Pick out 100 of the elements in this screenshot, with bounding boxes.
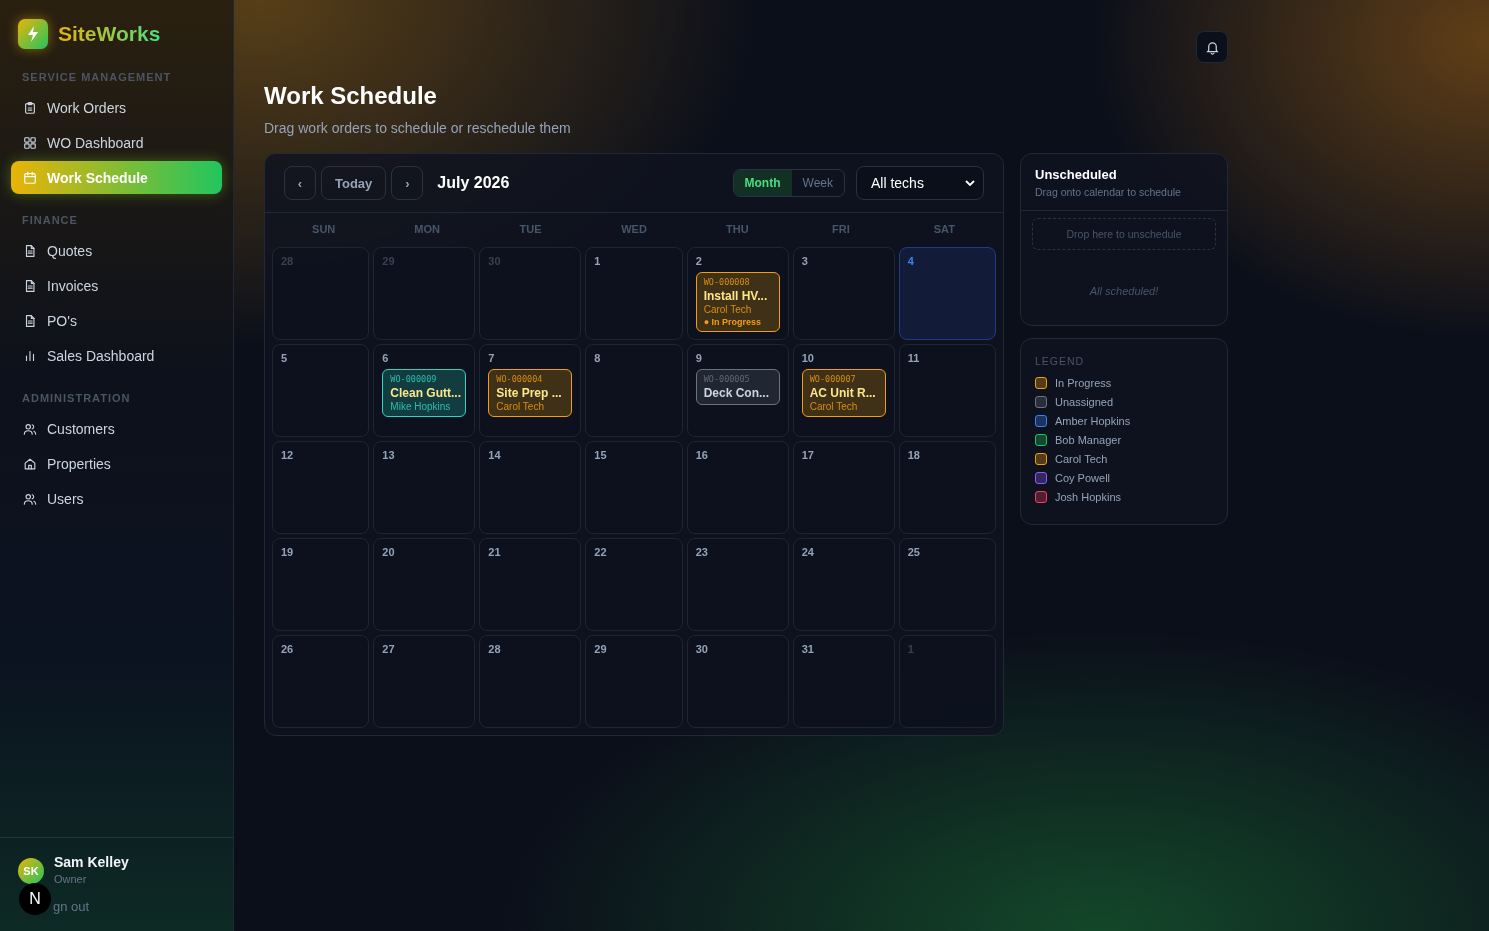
day-cell[interactable]: 27	[373, 635, 476, 728]
sidebar-item[interactable]: Users	[11, 482, 222, 515]
day-cell[interactable]: 28	[479, 635, 582, 728]
weekday-label: WED	[620, 222, 648, 237]
status-label: ● In Progress	[703, 317, 763, 327]
work-order-number: WO-000009	[390, 374, 438, 384]
day-number: 9	[695, 352, 703, 364]
work-order-card[interactable]: WO-000008 Install HV... Carol Tech ● In Progress	[695, 272, 780, 332]
day-cell[interactable]: 20	[373, 538, 476, 631]
weekday-label: FRI	[831, 222, 851, 237]
work-order-number: WO-000008	[703, 277, 751, 287]
people-icon	[23, 491, 37, 506]
work-order-card[interactable]: WO-000004 Site Prep ... Carol Tech	[488, 369, 573, 417]
legend-label: Coy Powell	[1055, 472, 1111, 484]
day-number: 18	[907, 449, 921, 461]
previous-month-button[interactable]: ‹	[284, 166, 316, 200]
day-cell[interactable]: 15	[585, 441, 683, 534]
day-cell[interactable]: 2 WO-000008 Install HV... Carol Tech ● In Progress	[686, 247, 789, 340]
day-number: 12	[281, 449, 295, 461]
weekday-label: SAT	[932, 222, 956, 237]
day-cell[interactable]: 14	[479, 441, 582, 534]
section-heading: FINANCE	[21, 213, 79, 228]
day-number: 17	[801, 449, 815, 461]
weekday-label: THU	[725, 222, 750, 237]
legend-label: Bob Manager	[1055, 434, 1122, 446]
day-cell[interactable]: 29	[585, 635, 683, 728]
tech-filter-dropdown[interactable]: All techs	[856, 166, 984, 200]
day-cell[interactable]: 23	[686, 538, 789, 631]
weekday-label: MON	[413, 222, 441, 237]
work-order-card[interactable]: WO-000005 Deck Con...	[695, 369, 780, 405]
section-heading: SERVICE MANAGEMENT	[21, 70, 173, 85]
today-button[interactable]: Today	[321, 166, 387, 200]
sidebar-item[interactable]: WO Dashboard	[11, 126, 222, 159]
sidebar-item[interactable]: Sales Dashboard	[11, 339, 222, 372]
day-cell[interactable]: 8	[585, 344, 683, 437]
day-cell[interactable]: 13	[373, 441, 476, 534]
day-cell[interactable]: 6 WO-000009 Clean Gutt... Mike Hopkins	[373, 344, 476, 437]
day-cell[interactable]: 19	[272, 538, 370, 631]
day-number: 3	[801, 255, 809, 267]
view-tab[interactable]: Month	[733, 170, 792, 196]
day-cell[interactable]: 18	[898, 441, 996, 534]
user-role: Owner	[54, 873, 88, 885]
sidebar-item[interactable]: PO's	[11, 304, 222, 337]
next-month-button[interactable]: ›	[391, 166, 424, 200]
sidebar-item[interactable]: Invoices	[11, 269, 222, 302]
day-cell[interactable]: 24	[792, 538, 895, 631]
weekday-label: TUE	[518, 222, 543, 237]
legend-label: Carol Tech	[1055, 453, 1108, 465]
day-number: 1	[594, 255, 602, 267]
month-title: July 2026	[437, 174, 511, 192]
legend-label: Josh Hopkins	[1055, 491, 1122, 503]
day-cell[interactable]: 12	[272, 441, 370, 534]
day-cell[interactable]: 25	[898, 538, 996, 631]
day-number: 26	[281, 643, 295, 655]
view-tab[interactable]: Week	[791, 170, 844, 196]
legend-label: In Progress	[1055, 377, 1112, 389]
day-cell[interactable]: 5	[272, 344, 370, 437]
user-name: Sam Kelley	[54, 854, 129, 870]
work-order-card[interactable]: WO-000007 AC Unit R... Carol Tech	[801, 369, 886, 417]
day-cell[interactable]: 21	[479, 538, 582, 631]
day-cell[interactable]: 1	[585, 247, 683, 340]
day-cell[interactable]: 31	[792, 635, 895, 728]
day-cell[interactable]: 3	[792, 247, 895, 340]
day-cell[interactable]: 30	[686, 635, 789, 728]
day-cell[interactable]: 4	[898, 247, 996, 340]
day-number: 25	[907, 546, 921, 558]
day-cell[interactable]: 9 WO-000005 Deck Con...	[686, 344, 789, 437]
day-cell[interactable]: 22	[585, 538, 683, 631]
work-order-card[interactable]: WO-000009 Clean Gutt... Mike Hopkins	[382, 369, 467, 417]
day-cell[interactable]: 26	[272, 635, 370, 728]
day-number: 14	[488, 449, 502, 461]
dev-badge[interactable]: N	[19, 883, 51, 915]
day-cell[interactable]: 7 WO-000004 Site Prep ... Carol Tech	[479, 344, 582, 437]
sidebar-item[interactable]: Properties	[11, 447, 222, 480]
legend-label: Unassigned	[1055, 396, 1114, 408]
chart-icon	[23, 348, 37, 363]
technician-name: Carol Tech	[703, 304, 753, 315]
day-number: 24	[801, 546, 815, 558]
bolt-logo-icon	[18, 19, 48, 49]
day-cell[interactable]: 16	[686, 441, 789, 534]
sidebar-item[interactable]: Quotes	[11, 234, 222, 267]
work-order-number: WO-000004	[496, 374, 544, 384]
day-number: 29	[594, 643, 608, 655]
day-cell[interactable]: 11	[898, 344, 996, 437]
work-order-title: Clean Gutt...	[390, 386, 459, 400]
chevron-down-icon	[965, 180, 975, 186]
document-icon	[23, 313, 37, 328]
empty-message: All scheduled!	[1088, 284, 1160, 299]
notifications-button[interactable]	[1196, 31, 1228, 63]
sidebar-item[interactable]: Work Orders	[11, 91, 222, 124]
calendar-icon	[23, 170, 37, 185]
day-cell[interactable]: 17	[792, 441, 895, 534]
day-number: 16	[695, 449, 709, 461]
document-icon	[23, 243, 37, 258]
work-order-title: Site Prep ...	[496, 386, 563, 400]
legend-title: LEGEND	[1035, 355, 1086, 367]
day-cell[interactable]: 10 WO-000007 AC Unit R... Carol Tech	[792, 344, 895, 437]
technician-name: Mike Hopkins	[390, 401, 452, 412]
sidebar-item[interactable]: Customers	[11, 412, 222, 445]
day-number: 4	[907, 255, 915, 267]
